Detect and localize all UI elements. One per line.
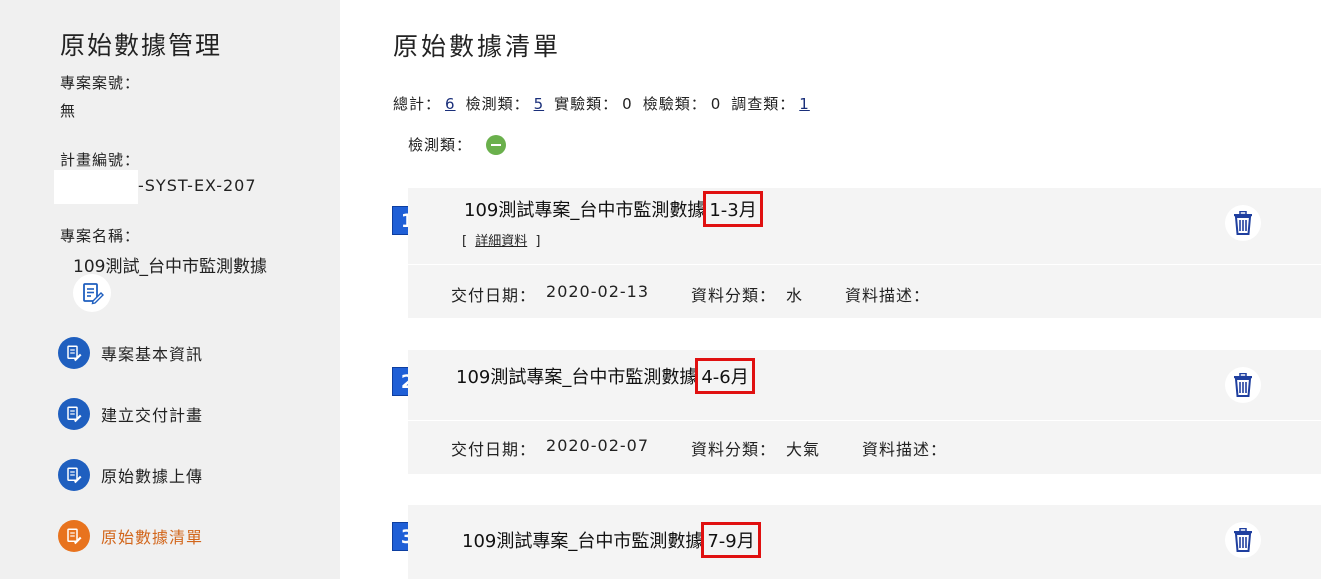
nav-label: 原始數據上傳 xyxy=(101,467,204,486)
date-value: 2020-02-07 xyxy=(546,436,649,455)
record-title: 109測試專案_台中市監測數據 7-9月 xyxy=(462,522,761,558)
record-card: 109測試專案_台中市監測數據 4-6月 交付日期： 2020-02-07 資料… xyxy=(408,350,1321,474)
edit-document-icon xyxy=(58,520,90,552)
trash-icon xyxy=(1234,373,1252,397)
record-card: 109測試專案_台中市監測數據 7-9月 xyxy=(408,505,1321,579)
record-title-prefix: 109測試專案_台中市監測數據 xyxy=(456,367,698,388)
card-divider xyxy=(408,264,1321,265)
total-count-link[interactable]: 6 xyxy=(445,95,456,113)
delete-button[interactable] xyxy=(1225,522,1261,558)
type-value: 大氣 xyxy=(786,440,821,459)
type-value: 水 xyxy=(786,286,804,305)
record-title-prefix: 109測試專案_台中市監測數據 xyxy=(462,531,704,552)
type-label: 資料分類： xyxy=(691,286,777,305)
nav-label: 建立交付計畫 xyxy=(101,406,204,425)
edit-document-icon xyxy=(83,283,104,305)
survey-label: 調查類： xyxy=(731,95,796,113)
trash-icon xyxy=(1234,211,1252,235)
survey-count-link[interactable]: 1 xyxy=(799,95,810,113)
nav-label: 專案基本資訊 xyxy=(101,345,204,364)
project-name-label: 專案名稱： xyxy=(60,227,141,245)
edit-project-button[interactable] xyxy=(73,274,111,312)
record-title-period: 4-6月 xyxy=(695,358,755,394)
nav-project-info[interactable]: 專案基本資訊 xyxy=(58,336,203,370)
trash-icon xyxy=(1234,528,1252,552)
desc-label: 資料描述： xyxy=(862,440,948,459)
date-label: 交付日期： xyxy=(451,286,537,305)
record-title-period: 1-3月 xyxy=(703,191,763,227)
delete-button[interactable] xyxy=(1225,367,1261,403)
inspect-count: 0 xyxy=(710,94,722,113)
edit-document-icon xyxy=(58,459,90,491)
delete-button[interactable] xyxy=(1225,205,1261,241)
plan-no-label: 計畫編號： xyxy=(60,151,141,169)
nav-raw-data-list[interactable]: 原始數據清單 xyxy=(58,519,203,553)
record-title: 109測試專案_台中市監測數據 4-6月 xyxy=(456,358,755,394)
sidebar-title: 原始數據管理 xyxy=(60,31,223,60)
total-label: 總計： xyxy=(393,95,442,113)
record-card: 109測試專案_台中市監測數據 1-3月 [ 詳細資料 ] 交付日期： 2020… xyxy=(408,188,1321,318)
experiment-label: 實驗類： xyxy=(554,95,619,113)
detail-link[interactable]: 詳細資料 xyxy=(475,234,527,249)
experiment-count: 0 xyxy=(622,94,633,113)
inspect-label: 檢驗類： xyxy=(642,95,707,113)
summary-bar: 總計： 6 檢測類： 5 實驗類： 0 檢驗類： 0 調查類： 1 xyxy=(393,93,820,114)
project-name-value: 109測試_台中市監測數據 xyxy=(73,257,267,277)
record-title-period: 7-9月 xyxy=(701,522,761,558)
bracket-close: ] xyxy=(535,234,541,249)
edit-document-icon xyxy=(58,398,90,430)
page-title: 原始數據清單 xyxy=(393,32,562,61)
date-value: 2020-02-13 xyxy=(546,282,649,301)
category-label: 檢測類： xyxy=(408,136,473,154)
date-label: 交付日期： xyxy=(451,440,537,459)
card-divider xyxy=(408,420,1321,421)
nav-label: 原始數據清單 xyxy=(101,528,204,547)
detail-link-group: [ 詳細資料 ] xyxy=(462,230,540,249)
edit-document-icon xyxy=(58,337,90,369)
category-header: 檢測類： xyxy=(408,134,507,155)
sidebar: 原始數據管理 專案案號： 無 計畫編號： -SYST-EX-207 專案名稱： … xyxy=(0,0,340,579)
record-meta: 交付日期： 2020-02-13 資料分類： 水 資料描述： xyxy=(451,282,982,306)
bracket-open: [ xyxy=(462,234,468,249)
case-no-value: 無 xyxy=(60,102,76,120)
nav-create-delivery-plan[interactable]: 建立交付計畫 xyxy=(58,397,203,431)
record-title-prefix: 109測試專案_台中市監測數據 xyxy=(464,200,706,221)
record-title: 109測試專案_台中市監測數據 1-3月 xyxy=(464,191,763,227)
record-meta: 交付日期： 2020-02-07 資料分類： 大氣 資料描述： xyxy=(451,436,999,460)
plan-no-value: -SYST-EX-207 xyxy=(138,176,257,195)
nav-raw-data-upload[interactable]: 原始數據上傳 xyxy=(58,458,203,492)
redacted-block xyxy=(54,170,138,204)
detect-label: 檢測類： xyxy=(465,95,530,113)
type-label: 資料分類： xyxy=(691,440,777,459)
minus-circle-icon[interactable] xyxy=(486,134,507,155)
desc-label: 資料描述： xyxy=(845,286,931,305)
case-no-label: 專案案號： xyxy=(60,74,141,92)
detect-count-link[interactable]: 5 xyxy=(534,95,545,113)
